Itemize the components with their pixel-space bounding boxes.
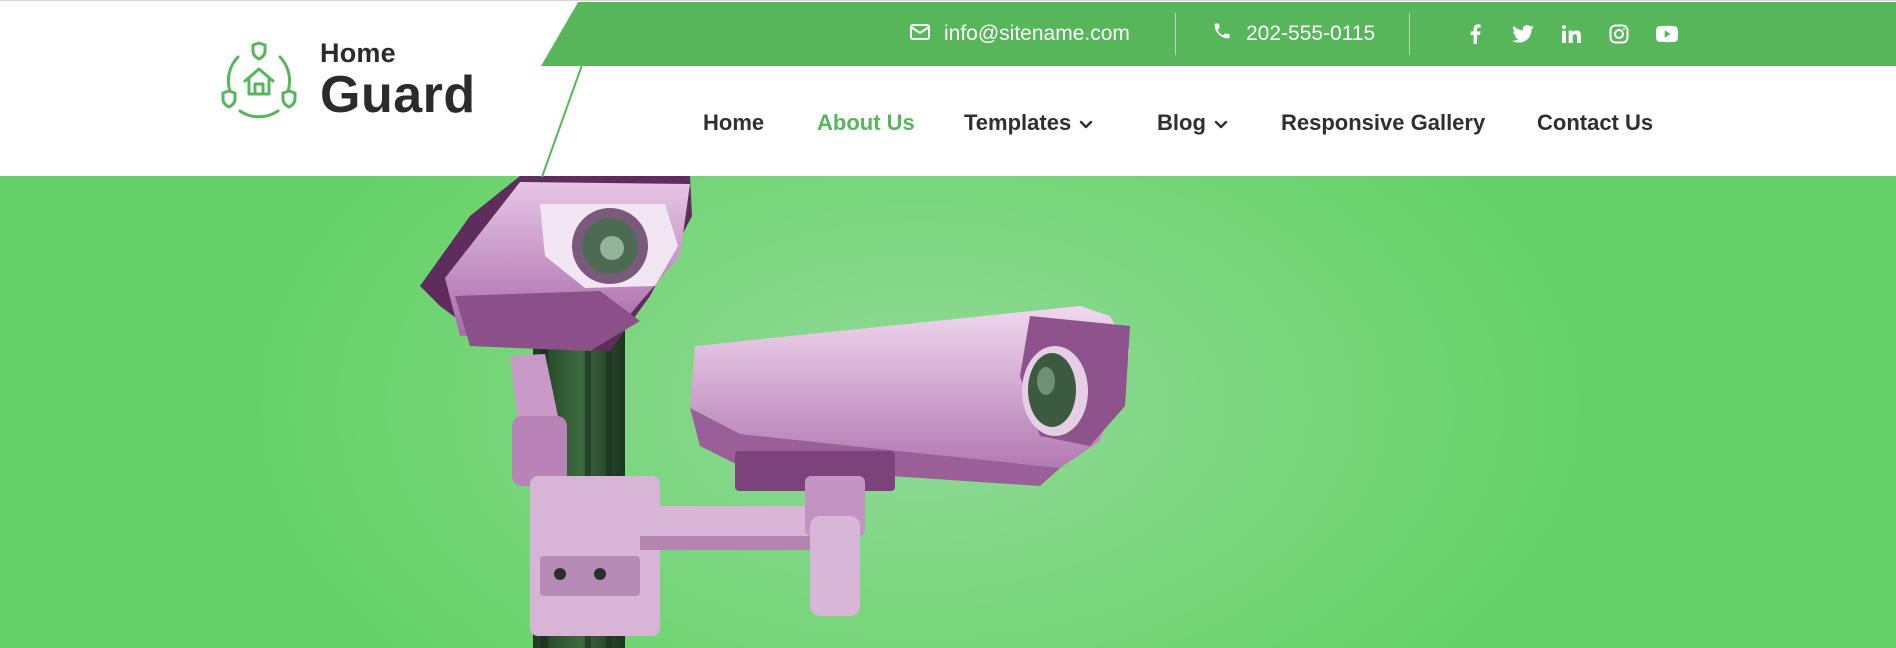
nav-item-templates[interactable]: Templates [964,101,1093,145]
phone-icon [1212,21,1232,47]
site-header: Home Guard info@sitename.com 202-555-011… [0,0,1896,177]
page: Home Guard info@sitename.com 202-555-011… [0,0,1896,648]
phone-link[interactable]: 202-555-0115 [1212,2,1375,66]
social-links [1464,2,1678,66]
nav-label: About Us [817,110,915,135]
nav-item-contact-us[interactable]: Contact Us [1537,101,1653,145]
topbar-divider [1409,13,1410,55]
nav-label: Contact Us [1537,110,1654,135]
email-link[interactable]: info@sitename.com [910,2,1130,66]
phone-text: 202-555-0115 [1246,22,1376,45]
facebook-icon[interactable] [1464,23,1486,45]
hero-banner [0,176,1896,648]
house-shield-icon [218,39,300,121]
chevron-down-icon [1214,110,1228,136]
brand-logo[interactable]: Home Guard [218,39,476,121]
instagram-icon[interactable] [1608,23,1630,45]
nav-item-about-us[interactable]: About Us [817,101,915,145]
brand-name-bottom: Guard [320,65,476,124]
nav-label: Templates [964,110,1072,135]
brand-wordmark: Home Guard [320,37,476,124]
security-cameras-photo [420,176,1130,648]
topbar-divider [1175,13,1176,55]
nav-item-home[interactable]: Home [703,101,764,145]
nav-label: Home [703,110,765,135]
header-diagonal-divider [538,65,590,177]
nav-item-blog[interactable]: Blog [1157,101,1228,145]
chevron-down-icon [1079,110,1093,136]
envelope-icon [910,22,930,46]
brand-name-top: Home [320,37,396,68]
nav-item-responsive-gallery[interactable]: Responsive Gallery [1281,101,1485,145]
nav-label: Responsive Gallery [1281,110,1486,135]
youtube-icon[interactable] [1656,23,1678,45]
twitter-icon[interactable] [1512,23,1534,45]
email-text: info@sitename.com [944,22,1130,45]
linkedin-icon[interactable] [1560,23,1582,45]
nav-label: Blog [1157,110,1206,135]
